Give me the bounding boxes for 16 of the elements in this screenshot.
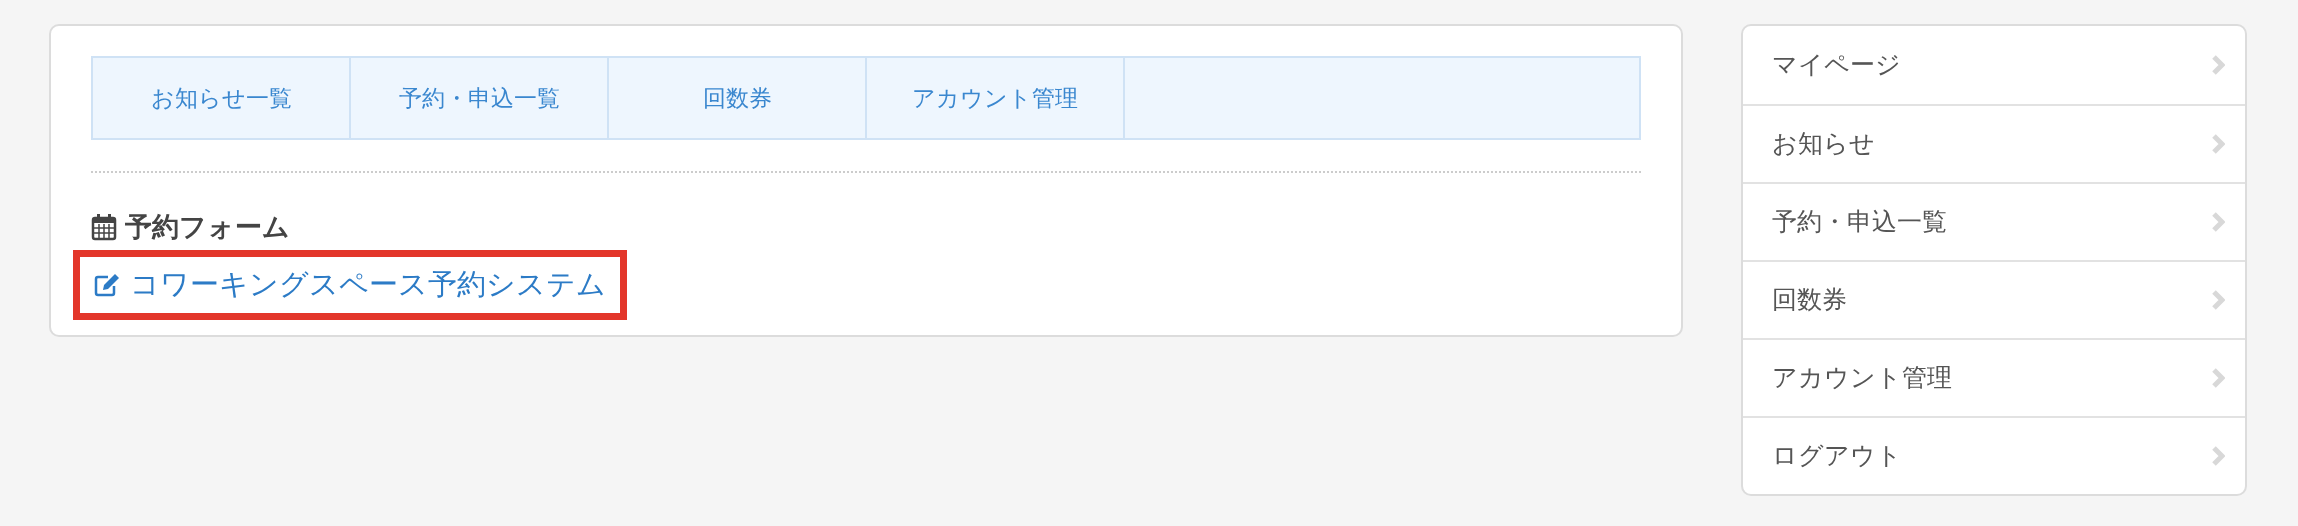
edit-icon [94, 272, 120, 297]
section-heading: 予約フォーム [125, 211, 290, 244]
chevron-icon [2211, 54, 2225, 76]
chevron-icon [2211, 289, 2225, 311]
chevron-icon [2211, 211, 2225, 233]
sidebar-item[interactable]: ログアウト [1743, 416, 2245, 494]
sidebar-item[interactable]: 回数券 [1743, 260, 2245, 338]
sidebar-item[interactable]: お知らせ [1743, 104, 2245, 182]
sidebar-item[interactable]: マイページ [1743, 26, 2245, 104]
chevron-icon [2211, 133, 2225, 155]
chevron-icon [2211, 445, 2225, 467]
form-link[interactable]: コワーキングスペース予約システム [73, 249, 627, 320]
chevron-icon [2211, 367, 2225, 389]
calendar-icon [91, 213, 117, 242]
sidebar-item[interactable]: アカウント管理 [1743, 338, 2245, 416]
sidebar-item[interactable]: 予約・申込一覧 [1743, 182, 2245, 260]
